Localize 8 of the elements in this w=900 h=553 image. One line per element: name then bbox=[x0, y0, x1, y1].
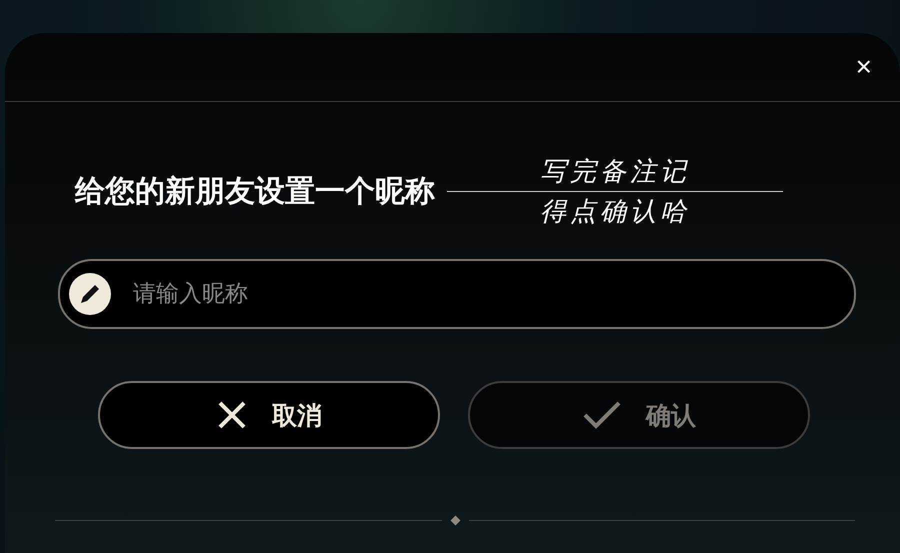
cancel-button[interactable]: 取消 bbox=[98, 381, 440, 449]
dialog-title: 给您的新朋友设置一个昵称 bbox=[75, 173, 435, 211]
handwritten-note: 写完备注记 bbox=[447, 152, 783, 192]
close-button[interactable]: × bbox=[850, 53, 878, 81]
nickname-input-field[interactable]: 请输入昵称 bbox=[58, 259, 856, 329]
close-icon bbox=[216, 399, 248, 431]
handwritten-note: 得点确认哈 bbox=[539, 196, 691, 229]
checkmark-icon bbox=[582, 399, 622, 431]
